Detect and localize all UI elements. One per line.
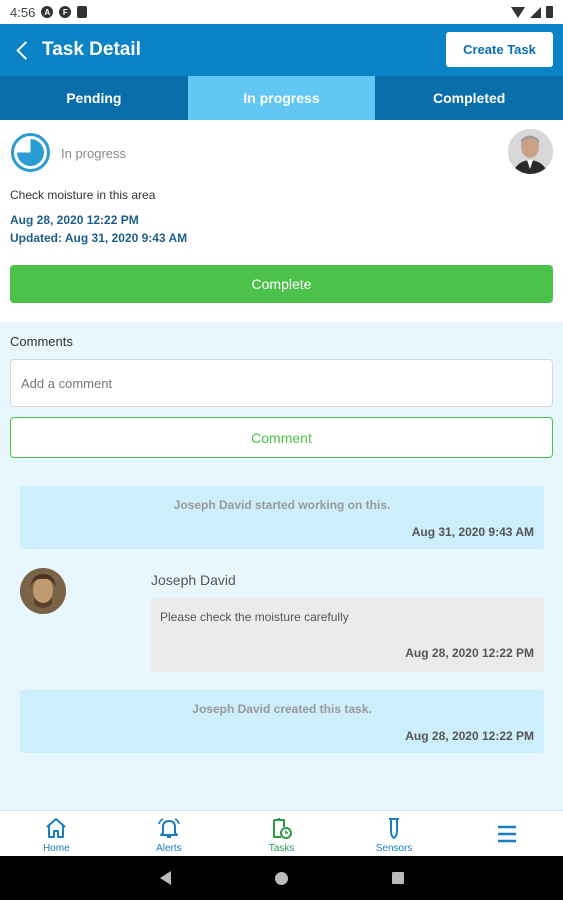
home-icon (43, 815, 69, 841)
tab-pending[interactable]: Pending (0, 76, 188, 120)
bell-icon (156, 815, 182, 841)
activity-item: Joseph David created this task. Aug 28, … (20, 690, 544, 753)
nav-home-label: Home (42, 843, 70, 854)
app-bar: Task Detail Create Task (0, 24, 563, 76)
task-created-date: Aug 28, 2020 12:22 PM (10, 213, 139, 227)
menu-icon (494, 821, 520, 847)
page-title: Task Detail (42, 39, 141, 60)
assignee-avatar[interactable] (508, 129, 553, 174)
nav-menu[interactable] (450, 811, 563, 856)
tasks-icon (268, 815, 294, 841)
nav-tasks[interactable]: Tasks (225, 811, 338, 856)
nav-alerts-label: Alerts (156, 843, 182, 854)
nav-sensors-label: Sensors (375, 843, 413, 854)
comment-bubble: Please check the moisture carefully Aug … (151, 598, 544, 672)
comment-author: Joseph David (151, 572, 236, 588)
battery-icon (546, 6, 553, 18)
chevron-left-icon (15, 40, 35, 60)
nav-home[interactable]: Home (0, 811, 113, 856)
system-nav-bar (0, 856, 563, 900)
task-updated-date: Updated: Aug 31, 2020 9:43 AM (10, 231, 188, 245)
bottom-nav: Home Alerts Tasks Sensors (0, 810, 563, 856)
activity-text: Joseph David started working on this. (173, 498, 391, 512)
system-home-icon[interactable] (274, 871, 288, 885)
activity-time: Aug 28, 2020 12:22 PM (405, 729, 534, 743)
wifi-icon (511, 6, 525, 18)
nav-tasks-label: Tasks (268, 843, 295, 854)
tab-completed[interactable]: Completed (375, 76, 563, 120)
create-task-button[interactable]: Create Task (446, 32, 553, 67)
f-icon: F (59, 6, 72, 18)
task-description: Check moisture in this area (10, 188, 156, 202)
status-bar: 4:56 A F (0, 0, 563, 24)
system-back-icon[interactable] (159, 871, 171, 885)
comment-button[interactable]: Comment (10, 417, 553, 458)
complete-button[interactable]: Complete (10, 265, 553, 303)
status-tabs: Pending In progress Completed (0, 76, 563, 120)
activity-time: Aug 31, 2020 9:43 AM (411, 525, 534, 539)
system-recents-icon[interactable] (391, 872, 404, 884)
a-icon: A (41, 6, 54, 18)
commenter-avatar[interactable] (20, 568, 66, 614)
comment-input[interactable] (10, 359, 553, 407)
sd-card-icon (77, 6, 88, 18)
status-time: 4:56 (10, 4, 36, 20)
sensor-icon (381, 815, 407, 841)
comment-text: Please check the moisture carefully (160, 610, 349, 624)
nav-alerts[interactable]: Alerts (113, 811, 226, 856)
comments-section: Comments Comment Joseph David started wo… (0, 322, 563, 810)
progress-status-icon (11, 133, 50, 172)
comments-label: Comments (10, 334, 73, 349)
task-status-text: In progress (61, 146, 127, 161)
tab-in-progress[interactable]: In progress (187, 76, 376, 120)
activity-text: Joseph David created this task. (192, 702, 372, 716)
back-button[interactable] (4, 24, 40, 76)
signal-icon (530, 6, 541, 18)
activity-item: Joseph David started working on this. Au… (20, 486, 544, 549)
task-detail-panel: In progress Check moisture in this area … (0, 120, 563, 322)
comment-time: Aug 28, 2020 12:22 PM (405, 646, 534, 660)
nav-sensors[interactable]: Sensors (338, 811, 451, 856)
